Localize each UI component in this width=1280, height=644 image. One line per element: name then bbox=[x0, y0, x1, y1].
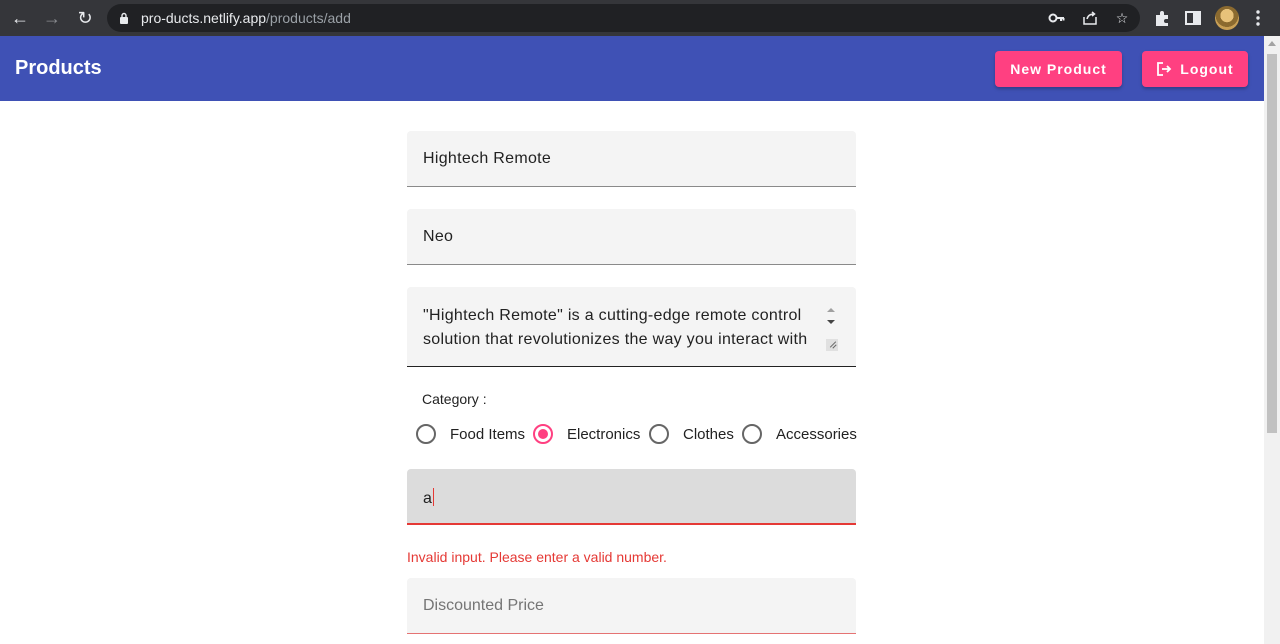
radio-label: Electronics bbox=[567, 425, 641, 443]
logout-label: Logout bbox=[1180, 61, 1234, 77]
resize-handle-icon[interactable] bbox=[826, 339, 838, 351]
bookmark-star-icon[interactable]: ☆ bbox=[1113, 9, 1131, 27]
description-value: "Hightech Remote" is a cutting-edge remo… bbox=[423, 307, 808, 348]
back-arrow-icon[interactable]: ← bbox=[8, 6, 32, 30]
forward-arrow-icon[interactable]: → bbox=[40, 6, 64, 30]
brand-field[interactable]: Neo bbox=[407, 209, 856, 265]
radio-label: Accessories bbox=[776, 425, 857, 443]
brand-value: Neo bbox=[423, 228, 454, 245]
scrollbar-thumb[interactable] bbox=[1267, 54, 1277, 433]
discounted-price-placeholder: Discounted Price bbox=[423, 597, 544, 614]
radio-button[interactable] bbox=[742, 424, 762, 444]
address-bar[interactable]: pro-ducts.netlify.app/products/add ☆ bbox=[107, 4, 1140, 32]
logout-icon bbox=[1157, 62, 1172, 76]
scroll-down-icon[interactable] bbox=[827, 320, 835, 324]
app-bar: Products New Product Logout bbox=[0, 36, 1264, 101]
logout-button[interactable]: Logout bbox=[1142, 51, 1248, 87]
radio-button[interactable] bbox=[416, 424, 436, 444]
extensions-puzzle-icon[interactable] bbox=[1151, 7, 1173, 29]
price-error-message: Invalid input. Please enter a valid numb… bbox=[407, 549, 667, 565]
product-name-field[interactable]: Hightech Remote bbox=[407, 131, 856, 187]
radio-electronics[interactable]: Electronics bbox=[533, 422, 640, 446]
url-text: pro-ducts.netlify.app/products/add bbox=[141, 10, 351, 26]
page-scrollbar[interactable] bbox=[1264, 36, 1280, 644]
scroll-up-arrow-icon[interactable] bbox=[1268, 41, 1276, 46]
radio-button-checked[interactable] bbox=[533, 424, 553, 444]
text-cursor bbox=[433, 488, 435, 506]
price-field[interactable]: a bbox=[407, 469, 856, 525]
more-menu-icon[interactable] bbox=[1247, 7, 1269, 29]
textarea-scroll-arrows[interactable] bbox=[823, 303, 839, 329]
new-product-button[interactable]: New Product bbox=[995, 51, 1122, 87]
radio-food-items[interactable]: Food Items bbox=[416, 422, 525, 446]
lock-icon bbox=[120, 12, 128, 24]
price-value: a bbox=[423, 488, 435, 507]
scroll-up-icon[interactable] bbox=[827, 308, 835, 312]
profile-avatar[interactable] bbox=[1215, 6, 1239, 30]
app-title: Products bbox=[15, 57, 102, 79]
category-label: Category : bbox=[422, 391, 487, 407]
product-name-value: Hightech Remote bbox=[423, 150, 552, 167]
new-product-label: New Product bbox=[1010, 61, 1107, 77]
radio-button[interactable] bbox=[649, 424, 669, 444]
radio-accessories[interactable]: Accessories bbox=[742, 422, 857, 446]
key-icon[interactable] bbox=[1048, 9, 1066, 27]
radio-label: Food Items bbox=[450, 425, 526, 443]
description-textarea[interactable]: "Hightech Remote" is a cutting-edge remo… bbox=[407, 287, 856, 367]
radio-label: Clothes bbox=[683, 425, 734, 443]
discounted-price-field[interactable]: Discounted Price bbox=[407, 578, 856, 634]
reload-icon[interactable]: ↻ bbox=[73, 6, 97, 30]
browser-toolbar: ← → ↻ pro-ducts.netlify.app/products/add… bbox=[0, 0, 1280, 36]
share-icon[interactable] bbox=[1081, 9, 1099, 27]
radio-clothes[interactable]: Clothes bbox=[649, 422, 734, 446]
side-panel-icon[interactable] bbox=[1182, 7, 1204, 29]
